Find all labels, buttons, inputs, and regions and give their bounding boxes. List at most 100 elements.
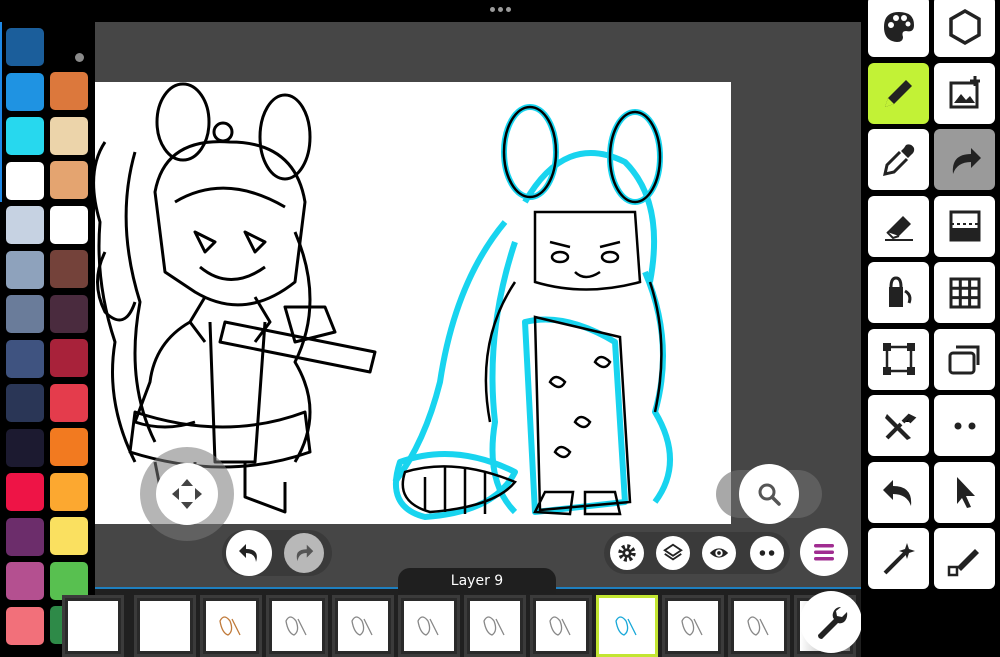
layer-thumbnail-10[interactable] [728, 595, 790, 657]
color-swatch-14[interactable] [50, 72, 88, 110]
color-swatch-0[interactable] [6, 28, 44, 66]
tool-button-pencil[interactable] [868, 62, 929, 124]
wrench-icon [818, 607, 848, 639]
fill-bucket-icon [888, 275, 911, 307]
layer-thumbnail-4[interactable] [332, 595, 394, 657]
tool-button-hexagon[interactable] [934, 0, 995, 57]
tool-button-fill-bucket[interactable] [868, 262, 929, 323]
layer-thumbnail-9[interactable] [662, 595, 724, 657]
gradient-icon [949, 210, 980, 242]
color-swatch-18[interactable] [50, 250, 88, 288]
color-swatch-25[interactable] [50, 561, 88, 600]
color-swatch-4[interactable] [6, 206, 44, 244]
layer-thumbnail-0[interactable] [62, 595, 124, 657]
main-menu-button[interactable] [800, 528, 848, 576]
magic-wand-icon [883, 542, 915, 574]
color-swatch-16[interactable] [50, 161, 88, 199]
color-swatch-9[interactable] [6, 428, 44, 467]
right-character-cyan-lines [392, 104, 673, 520]
transform-icon [882, 343, 915, 375]
color-swatch-22[interactable] [50, 428, 88, 466]
layer-thumbnail-8[interactable] [596, 595, 658, 657]
move-arrows-icon [172, 479, 202, 509]
color-swatch-1[interactable] [6, 72, 44, 111]
redo-icon [296, 544, 314, 562]
hamburger-icon [814, 544, 834, 561]
layer-strip[interactable] [62, 587, 861, 657]
tool-button-dots[interactable] [934, 395, 995, 456]
tools-icon [884, 413, 916, 440]
pointer-icon [956, 477, 975, 508]
color-swatch-15[interactable] [50, 116, 88, 155]
layer-settings-button[interactable] [800, 591, 862, 653]
dots-icon [954, 422, 975, 429]
tool-button-eraser[interactable] [868, 195, 929, 257]
layers-button[interactable] [656, 536, 690, 570]
tool-button-gradient[interactable] [934, 195, 995, 257]
layer-thumbnail-2[interactable] [200, 595, 262, 657]
visibility-button[interactable] [702, 536, 736, 570]
color-swatch-2[interactable] [6, 117, 44, 155]
color-swatch-6[interactable] [6, 295, 44, 333]
windows-icon [948, 345, 979, 375]
palette-icon [883, 11, 914, 42]
tool-button-tools[interactable] [868, 395, 929, 456]
pencil-icon [884, 80, 912, 107]
color-swatch-20[interactable] [50, 339, 88, 377]
undo-icon [239, 544, 257, 562]
line-pen-icon [947, 548, 979, 576]
tool-button-palette[interactable] [868, 0, 929, 57]
layer-thumbnail-1[interactable] [134, 595, 196, 657]
left-character-lineart [95, 82, 377, 514]
color-swatch-24[interactable] [50, 517, 88, 555]
more-horizontal-icon [490, 7, 495, 12]
palette-scroll-indicator [0, 22, 2, 202]
color-swatch-5[interactable] [6, 250, 44, 289]
color-swatch-11[interactable] [6, 517, 44, 556]
zoom-button[interactable] [739, 464, 799, 524]
color-swatch-19[interactable] [50, 294, 88, 333]
tool-button-windows[interactable] [934, 328, 995, 390]
window-grabber[interactable] [490, 7, 511, 12]
hexagon-icon [948, 8, 981, 45]
palette-page-dot[interactable] [75, 53, 84, 62]
more-dots-icon [759, 550, 775, 556]
add-image-icon [949, 76, 980, 109]
color-swatch-13[interactable] [6, 606, 44, 645]
current-layer-label: Layer 9 [398, 568, 556, 594]
redo-button[interactable] [284, 533, 324, 573]
color-swatch-17[interactable] [50, 205, 88, 244]
tool-button-add-image[interactable] [934, 62, 995, 124]
eraser-icon [884, 216, 913, 241]
color-swatch-7[interactable] [6, 339, 44, 378]
color-swatch-3[interactable] [6, 161, 44, 200]
layer-thumbnail-6[interactable] [464, 595, 526, 657]
color-swatch-21[interactable] [50, 383, 88, 422]
color-swatch-12[interactable] [6, 562, 44, 600]
gear-icon [618, 544, 636, 562]
layer-thumbnail-3[interactable] [266, 595, 328, 657]
tool-button-grid[interactable] [934, 262, 995, 323]
magnifier-icon [758, 483, 781, 506]
grid-icon [949, 277, 980, 308]
tool-button-eyedropper[interactable] [868, 129, 929, 190]
tool-button-pointer[interactable] [934, 461, 995, 523]
settings-button[interactable] [610, 536, 644, 570]
redo-arrow-icon [952, 147, 981, 174]
tool-button-magic-wand[interactable] [868, 528, 929, 589]
undo-arrow-icon [882, 480, 911, 506]
layer-thumbnail-7[interactable] [530, 595, 592, 657]
color-swatch-23[interactable] [50, 472, 88, 511]
color-swatch-8[interactable] [6, 384, 44, 422]
layer-thumbnail-5[interactable] [398, 595, 460, 657]
tool-button-redo-arrow[interactable] [934, 129, 995, 190]
tool-button-undo-arrow[interactable] [868, 461, 929, 523]
undo-button[interactable] [226, 530, 272, 576]
eyedropper-icon [882, 143, 914, 176]
color-swatch-10[interactable] [6, 473, 44, 511]
more-button[interactable] [750, 536, 784, 570]
tool-button-line-pen[interactable] [934, 528, 995, 589]
tool-button-transform[interactable] [868, 328, 929, 390]
move-joystick-button[interactable] [156, 463, 218, 525]
eye-icon [709, 548, 729, 558]
